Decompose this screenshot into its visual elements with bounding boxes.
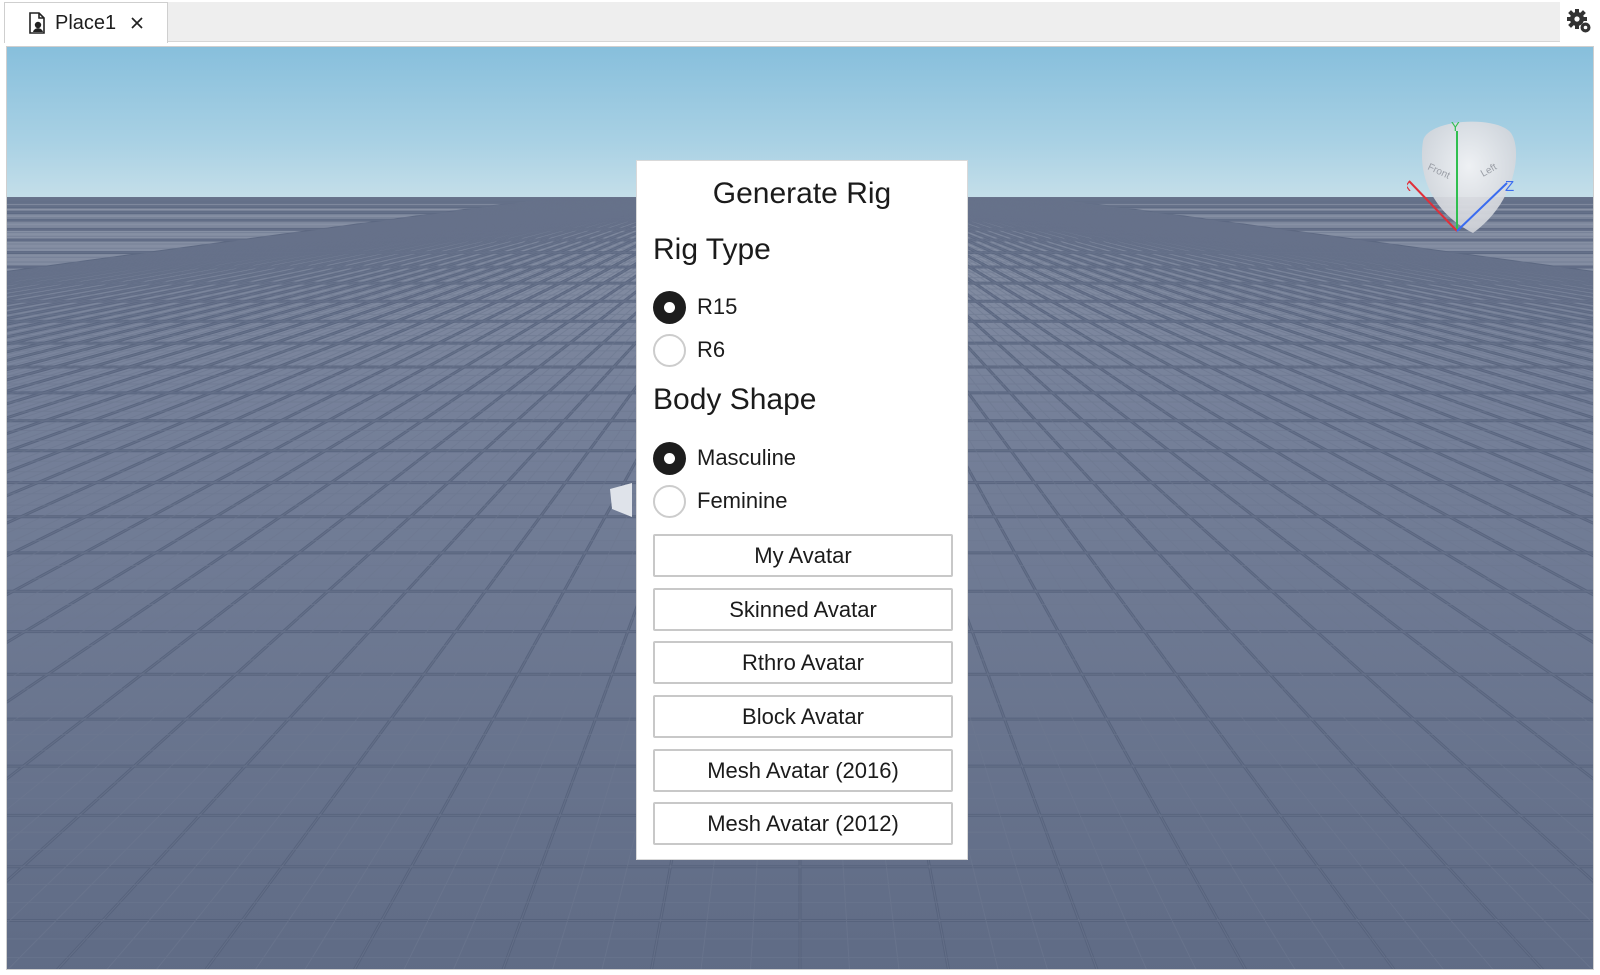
- gear-icon[interactable]: [1564, 6, 1594, 36]
- tab-place1[interactable]: Place1: [4, 2, 168, 43]
- tab-label: Place1: [55, 11, 117, 34]
- block-avatar-button[interactable]: Block Avatar: [653, 695, 953, 738]
- rthro-avatar-button[interactable]: Rthro Avatar: [653, 641, 953, 684]
- studio-window: Place1 Front Left Y Z Generate Rig Rig T…: [0, 0, 1600, 975]
- radio-button[interactable]: [653, 333, 686, 367]
- dialog-title: Generate Rig: [712, 177, 892, 210]
- close-icon[interactable]: [128, 14, 146, 32]
- radio-r15[interactable]: R15: [653, 290, 737, 324]
- skinned-avatar-button[interactable]: Skinned Avatar: [653, 588, 953, 631]
- radio-button[interactable]: [653, 441, 686, 475]
- axis-x-label: X: [1407, 178, 1411, 195]
- radio-r6[interactable]: R6: [653, 333, 725, 367]
- tab-bar: Place1: [4, 2, 1560, 43]
- radio-button[interactable]: [653, 290, 686, 324]
- generate-rig-dialog: Generate Rig Rig Type R15 R6 Body Shape …: [636, 160, 968, 860]
- axis-z-label: Z: [1505, 178, 1514, 195]
- radio-masculine[interactable]: Masculine: [653, 441, 796, 475]
- axis-y-label: Y: [1451, 119, 1460, 134]
- radio-label: R6: [697, 337, 726, 362]
- radio-feminine[interactable]: Feminine: [653, 484, 787, 518]
- radio-button[interactable]: [653, 484, 686, 518]
- rig-type-heading: Rig Type: [653, 233, 771, 266]
- body-shape-heading: Body Shape: [653, 383, 817, 416]
- mesh-avatar-2012-button[interactable]: Mesh Avatar (2012): [653, 802, 953, 845]
- radio-label: Feminine: [697, 488, 788, 513]
- mesh-avatar-2016-button[interactable]: Mesh Avatar (2016): [653, 749, 953, 792]
- radio-label: Masculine: [697, 445, 797, 470]
- radio-label: R15: [697, 294, 738, 319]
- view-cube[interactable]: Front Left Y X Z: [1407, 111, 1537, 241]
- place-file-icon: [27, 12, 47, 34]
- my-avatar-button[interactable]: My Avatar: [653, 534, 953, 577]
